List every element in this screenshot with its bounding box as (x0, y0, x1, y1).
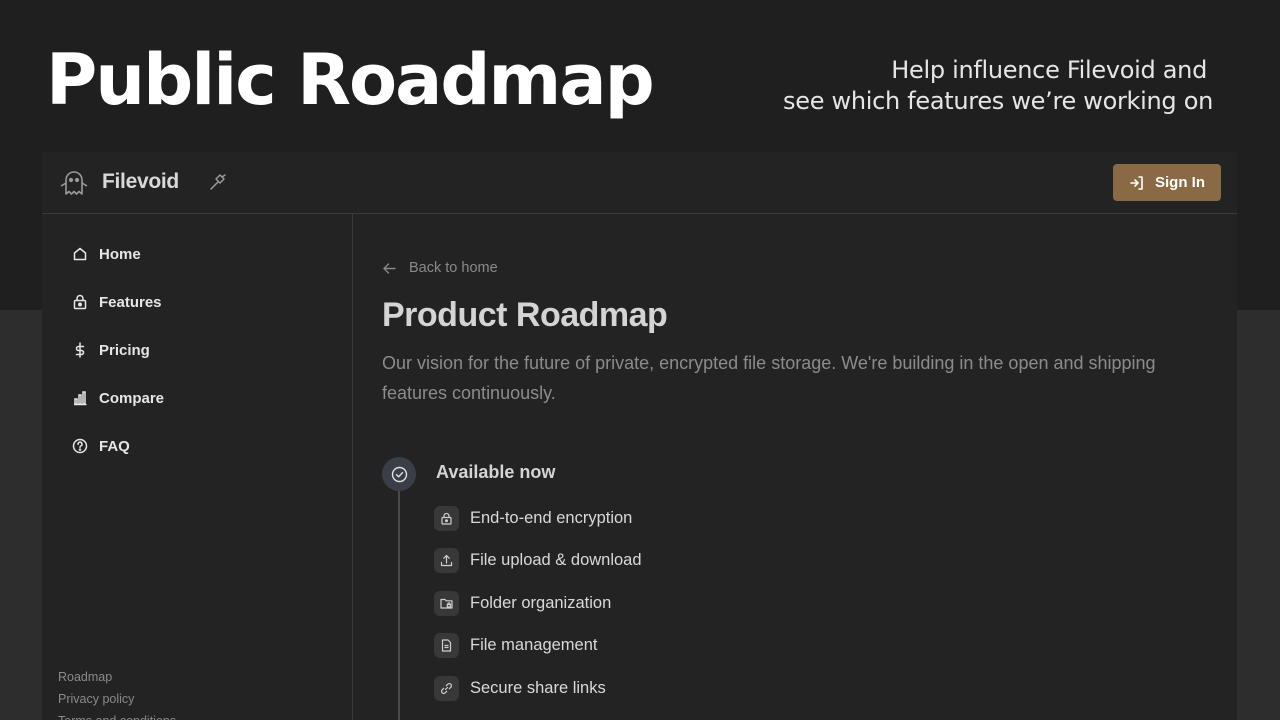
logo-link[interactable]: Filevoid (58, 166, 179, 198)
hero-subtitle-line-2: see which features we’re working on (783, 87, 1213, 115)
lock-icon (73, 294, 87, 310)
feature-icon-box (434, 590, 459, 616)
sign-in-button[interactable]: Sign In (1113, 164, 1221, 201)
sidebar-item-label: Pricing (99, 341, 150, 359)
roadmap-link[interactable]: Roadmap (58, 666, 176, 688)
list-item: Folder organization (434, 582, 642, 625)
app-window: Filevoid Sign In Home Features Pricing C… (42, 152, 1237, 720)
feature-icon-box (434, 505, 459, 531)
sidebar-item-faq[interactable]: FAQ (72, 422, 164, 470)
sidebar-footer-links: Roadmap Privacy policy Terms and conditi… (58, 666, 176, 720)
terms-link[interactable]: Terms and conditions (58, 710, 176, 720)
brand-name: Filevoid (102, 170, 179, 193)
sign-in-label: Sign In (1155, 174, 1205, 191)
back-to-home-link[interactable]: Back to home (382, 260, 498, 276)
list-item: File management (434, 625, 642, 668)
help-circle-icon (72, 438, 88, 454)
sidebar-item-compare[interactable]: Compare (72, 374, 164, 422)
feature-label: Folder organization (470, 593, 612, 612)
sidebar-item-pricing[interactable]: Pricing (72, 326, 164, 374)
feature-label: End-to-end encryption (470, 508, 633, 527)
home-icon (73, 247, 87, 261)
bar-chart-icon (74, 391, 87, 406)
page-title: Product Roadmap (382, 296, 668, 334)
upload-icon (440, 555, 453, 567)
lock-icon (441, 512, 452, 525)
hero-subtitle-line-1: Help influence Filevoid and (891, 56, 1207, 84)
privacy-policy-link[interactable]: Privacy policy (58, 688, 176, 710)
arrow-left-icon (383, 262, 396, 274)
dollar-icon (75, 342, 85, 358)
sidebar-item-label: FAQ (99, 437, 130, 455)
sidebar: Home Features Pricing Compare FAQ Roadma… (42, 214, 353, 720)
status-badge (382, 457, 416, 491)
link-icon (441, 682, 452, 694)
feature-label: Secure share links (470, 678, 606, 697)
ghost-logo-icon (60, 171, 88, 195)
sidebar-item-label: Compare (99, 389, 165, 407)
feature-label: File upload & download (470, 551, 642, 570)
sidebar-item-label: Home (99, 245, 141, 263)
hero-subtitle: Help influence Filevoid and see which fe… (773, 55, 1213, 117)
check-circle-icon (391, 466, 407, 482)
feature-list: End-to-end encryption File upload & down… (434, 497, 642, 710)
back-link-label: Back to home (409, 260, 498, 276)
sidebar-nav: Home Features Pricing Compare FAQ (72, 230, 164, 470)
sidebar-item-label: Features (99, 293, 162, 311)
page-description: Our vision for the future of private, en… (382, 353, 1156, 403)
sign-in-icon (1130, 175, 1143, 190)
file-text-icon (441, 639, 452, 652)
list-item: File upload & download (434, 540, 642, 583)
sidebar-item-home[interactable]: Home (72, 230, 164, 278)
list-item: End-to-end encryption (434, 497, 642, 540)
timeline-line (398, 486, 400, 720)
feature-label: File management (470, 636, 598, 655)
section-title: Available now (436, 462, 556, 482)
hammer-icon[interactable] (207, 172, 227, 192)
feature-icon-box (434, 548, 459, 574)
feature-icon-box (434, 633, 459, 659)
folder-lock-icon (440, 598, 453, 609)
list-item: Secure share links (434, 667, 642, 710)
top-bar: Filevoid Sign In (42, 152, 1237, 214)
sidebar-item-features[interactable]: Features (72, 278, 164, 326)
feature-icon-box (434, 675, 459, 701)
hero-title: Public Roadmap (46, 39, 655, 121)
